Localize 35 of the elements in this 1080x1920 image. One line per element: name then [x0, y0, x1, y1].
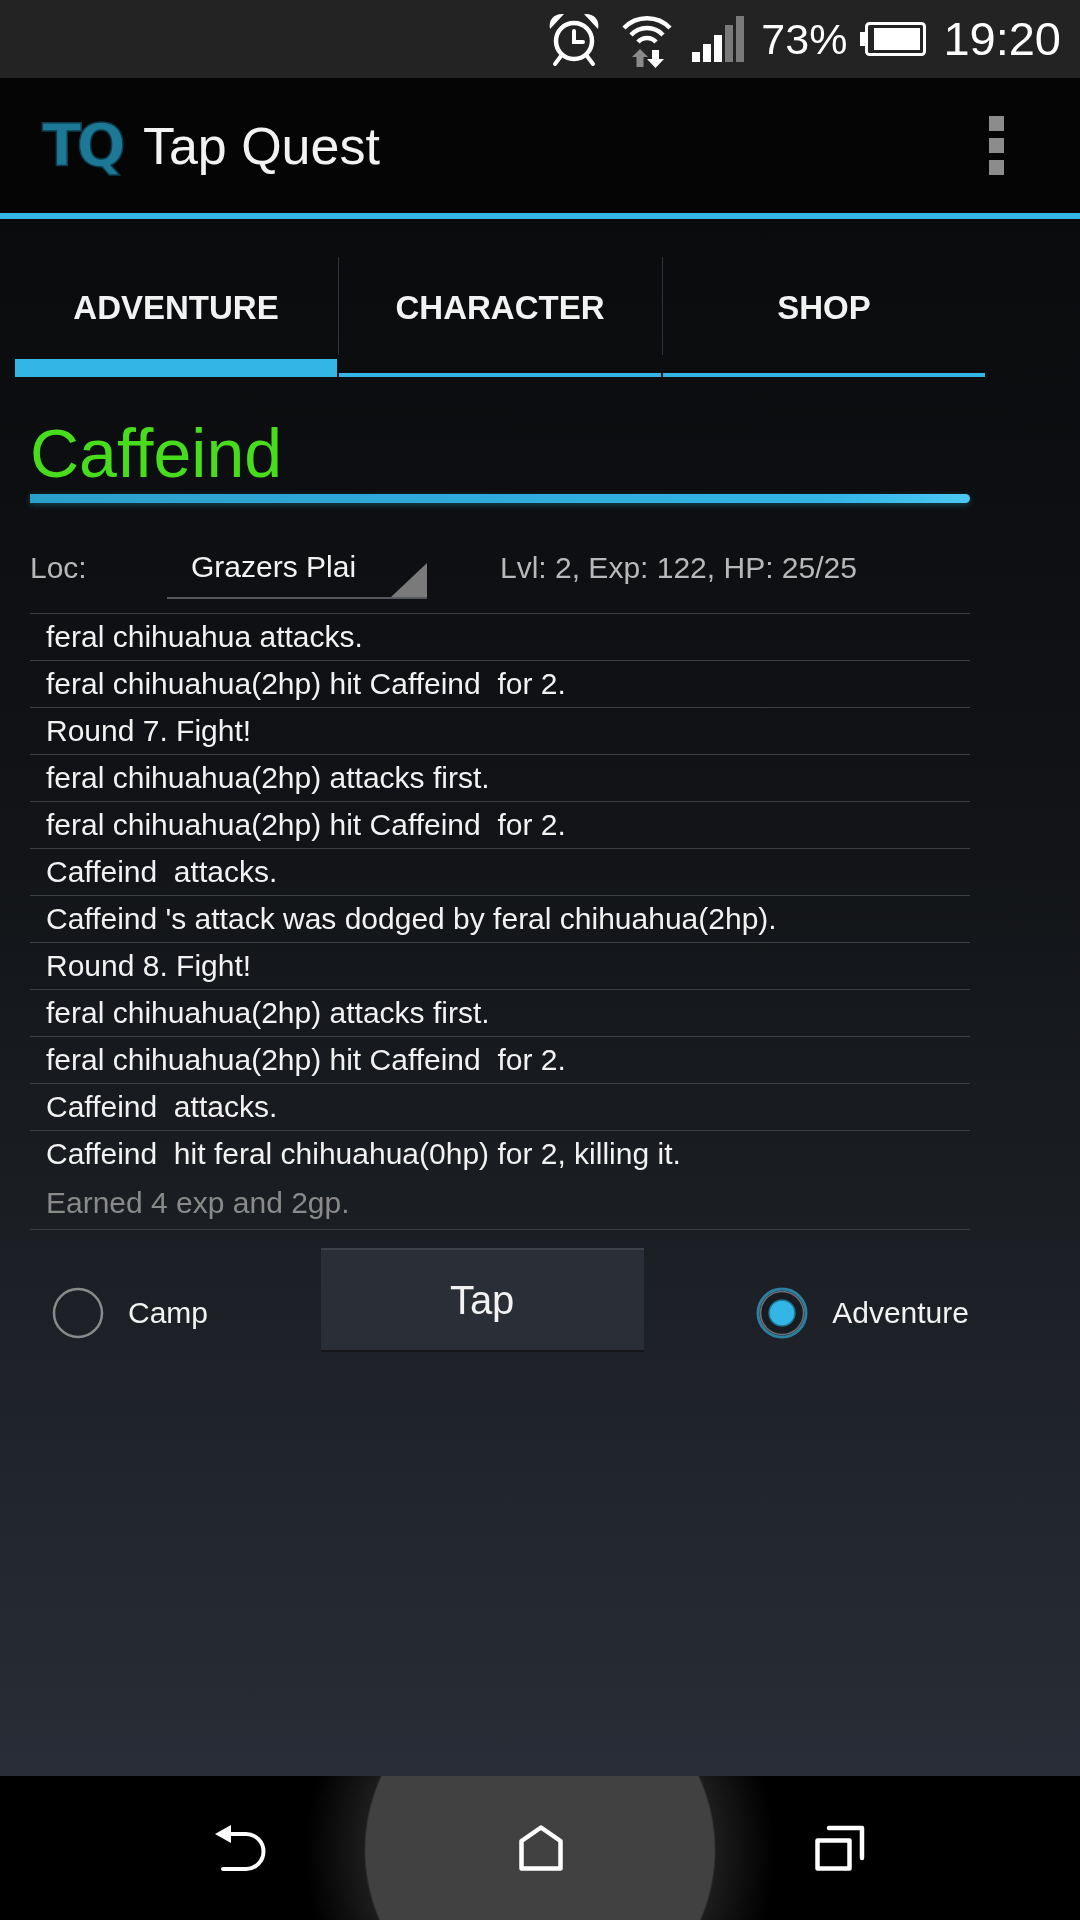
radio-label[interactable]: Camp: [128, 1295, 209, 1331]
reward-note: Earned 4 exp and 2gp.: [46, 1185, 350, 1221]
tap-button[interactable]: Tap: [320, 1248, 644, 1350]
log-entry: Round 7. Fight!: [46, 713, 252, 749]
dropdown-corner-icon: [391, 563, 427, 597]
radio-label[interactable]: Adventure: [832, 1295, 969, 1331]
home-icon[interactable]: [519, 1825, 563, 1871]
radio-button[interactable]: [756, 1287, 809, 1339]
clock-time: 19:20: [943, 12, 1061, 66]
tab[interactable]: SHOP: [663, 281, 985, 377]
log-entry: feral chihuahua(2hp) hit Caffeind for 2.: [46, 807, 566, 843]
log-entry: feral chihuahua attacks.: [46, 619, 363, 655]
battery-percent: 73%: [761, 14, 848, 64]
log-entry: feral chihuahua(2hp) attacks first.: [46, 995, 490, 1031]
overflow-menu-icon[interactable]: [989, 116, 1004, 175]
back-icon[interactable]: [215, 1825, 267, 1871]
app-logo: TQ: [42, 114, 121, 177]
location-label: Loc:: [30, 549, 88, 586]
log-entry: feral chihuahua(2hp) hit Caffeind for 2.: [46, 1042, 566, 1078]
battery-icon: [860, 22, 927, 56]
log-entry: feral chihuahua(2hp) attacks first.: [46, 760, 490, 796]
log-entry: Caffeind attacks.: [46, 854, 278, 890]
radio-button[interactable]: [52, 1287, 104, 1339]
location-dropdown[interactable]: Grazers Plai: [167, 536, 427, 599]
app-title: Tap Quest: [142, 115, 380, 176]
tab[interactable]: ADVENTURE: [15, 281, 337, 377]
log-entry: feral chihuahua(2hp) hit Caffeind for 2.: [46, 666, 566, 702]
log-entry: Round 8. Fight!: [46, 948, 252, 984]
log-entry: Caffeind 's attack was dodged by feral chihuahua(2hp).: [46, 901, 777, 937]
character-name: Caffeind: [30, 414, 283, 492]
recent-apps-icon[interactable]: [815, 1825, 865, 1871]
character-stats: Lvl: 2, Exp: 122, HP: 25/25: [500, 549, 857, 586]
log-entry: Caffeind attacks.: [46, 1089, 278, 1125]
log-entry: Caffeind hit feral chihuahua(0hp) for 2, killing it.: [46, 1136, 681, 1172]
tab[interactable]: CHARACTER: [339, 281, 661, 377]
